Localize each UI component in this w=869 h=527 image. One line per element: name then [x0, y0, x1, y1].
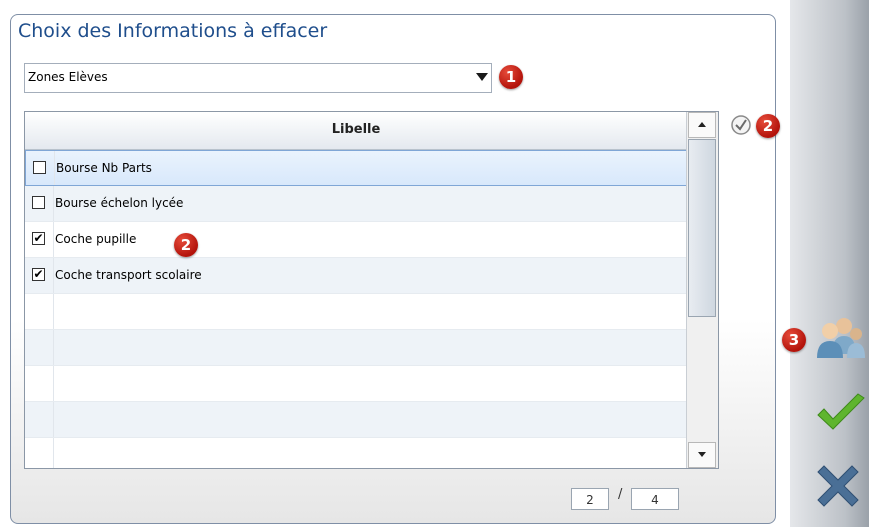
zone-select[interactable]: Zones Elèves	[24, 63, 492, 93]
callout-badge-3: 3	[782, 328, 806, 352]
page-current[interactable]: 2	[571, 488, 609, 510]
column-header-libelle[interactable]: Libelle	[25, 122, 687, 137]
row-checkbox[interactable]: ✔	[32, 268, 45, 281]
row-label: Bourse échelon lycée	[55, 196, 184, 210]
check-circle-icon[interactable]	[730, 114, 752, 140]
scroll-up-button[interactable]	[688, 112, 716, 138]
table-row[interactable]	[25, 294, 687, 330]
arrow-up-icon	[698, 122, 706, 127]
scroll-down-button[interactable]	[688, 442, 716, 468]
right-toolbar	[790, 0, 869, 527]
row-label: Coche pupille	[55, 232, 137, 246]
zone-select-value: Zones Elèves	[28, 70, 108, 84]
fields-table: Libelle Bourse Nb Parts Bourse échelon l…	[24, 111, 719, 469]
page-total: 4	[631, 488, 679, 510]
dialog-title: Choix des Informations à effacer	[18, 20, 328, 42]
table-row[interactable]: Bourse Nb Parts	[25, 150, 687, 186]
arrow-down-icon	[698, 452, 706, 457]
row-checkbox[interactable]: ✔	[32, 232, 45, 245]
callout-badge-2-row: 2	[174, 233, 198, 257]
row-label: Bourse Nb Parts	[56, 161, 152, 175]
vertical-scrollbar[interactable]	[686, 112, 718, 468]
table-row[interactable]	[25, 438, 687, 468]
table-row[interactable]: ✔ Coche transport scolaire	[25, 258, 687, 294]
table-header: Libelle	[25, 112, 687, 150]
table-row[interactable]	[25, 330, 687, 366]
row-checkbox[interactable]	[33, 161, 46, 174]
row-label: Coche transport scolaire	[55, 268, 202, 282]
table-row[interactable]	[25, 366, 687, 402]
chevron-down-icon[interactable]	[476, 73, 488, 81]
checkmark-icon[interactable]	[815, 393, 867, 439]
callout-badge-1: 1	[499, 65, 523, 89]
table-row[interactable]: Bourse échelon lycée	[25, 186, 687, 222]
table-row[interactable]: ✔ Coche pupille	[25, 222, 687, 258]
table-row[interactable]	[25, 402, 687, 438]
close-icon[interactable]	[812, 460, 864, 516]
scroll-thumb[interactable]	[688, 139, 716, 317]
users-icon[interactable]	[810, 314, 866, 364]
page-separator: /	[618, 487, 623, 502]
callout-badge-2: 2	[756, 114, 780, 138]
row-checkbox[interactable]	[32, 196, 45, 209]
